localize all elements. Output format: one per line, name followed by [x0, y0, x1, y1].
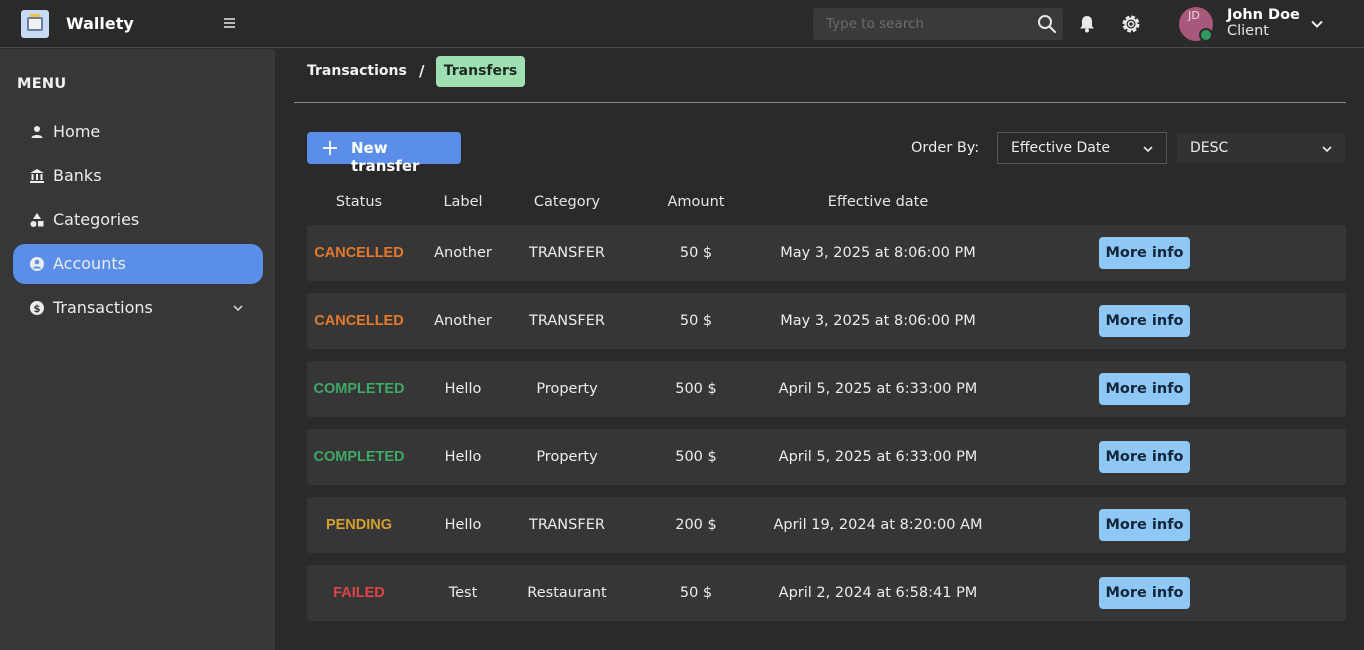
plus-icon: [323, 141, 337, 155]
table-row: FAILED Test Restaurant 50 $ April 2, 202…: [307, 565, 1346, 621]
app-title: Wallety: [66, 14, 134, 33]
breadcrumb-current: Transfers: [436, 56, 525, 87]
row-category: Restaurant: [527, 585, 607, 601]
new-transfer-label: New transfer: [351, 139, 420, 175]
sidebar-item-label: Categories: [53, 210, 140, 229]
row-category: TRANSFER: [529, 517, 605, 533]
row-label: Another: [434, 245, 492, 261]
more-info-button[interactable]: More info: [1099, 509, 1190, 541]
sidebar-item-label: Transactions: [53, 298, 153, 317]
avatar-initials: JD: [1188, 9, 1200, 22]
row-amount: 500 $: [675, 449, 717, 465]
more-info-button[interactable]: More info: [1099, 577, 1190, 609]
sidebar-item-label: Accounts: [53, 254, 126, 273]
column-header-category: Category: [533, 194, 601, 210]
sidebar-item-banks[interactable]: Banks: [13, 156, 263, 196]
gear-icon[interactable]: [1120, 13, 1142, 35]
bell-icon[interactable]: [1077, 14, 1097, 34]
row-effective-date: May 3, 2025 at 8:06:00 PM: [780, 245, 976, 261]
user-role: Client: [1227, 23, 1269, 39]
avatar[interactable]: JD: [1179, 7, 1213, 42]
column-header-status: Status: [335, 194, 383, 210]
search-icon[interactable]: [1037, 14, 1057, 34]
user-name: John Doe: [1227, 7, 1300, 23]
sidebar-item-categories[interactable]: Categories: [13, 200, 263, 240]
order-direction-value: DESC: [1190, 140, 1229, 156]
more-info-button[interactable]: More info: [1099, 237, 1190, 269]
order-field-select[interactable]: Effective Date: [997, 132, 1167, 164]
breadcrumb-transactions-link[interactable]: Transactions: [307, 63, 407, 79]
status-pending: PENDING: [325, 517, 393, 533]
row-category: Property: [536, 449, 598, 465]
order-by-label: Order By:: [911, 140, 980, 156]
menu-header: MENU: [17, 76, 67, 92]
column-header-effective-date: Effective date: [827, 194, 929, 210]
row-label: Hello: [444, 381, 482, 397]
divider: [294, 102, 1346, 103]
row-label: Another: [434, 313, 492, 329]
status-cancelled: CANCELLED: [314, 245, 404, 261]
shapes-icon: [30, 213, 44, 227]
row-amount: 200 $: [675, 517, 717, 533]
sidebar-item-label: Home: [53, 122, 101, 141]
more-info-button[interactable]: More info: [1099, 373, 1190, 405]
bank-icon: [30, 169, 44, 183]
row-effective-date: April 2, 2024 at 6:58:41 PM: [778, 585, 978, 601]
search-input[interactable]: [813, 8, 1028, 40]
account-circle-icon: [30, 257, 44, 271]
status-failed: FAILED: [333, 585, 385, 601]
order-direction-select[interactable]: DESC: [1176, 132, 1346, 164]
row-label: Test: [448, 585, 478, 601]
dollar-circle-icon: $: [30, 301, 44, 315]
more-info-button[interactable]: More info: [1099, 441, 1190, 473]
sidebar-item-home[interactable]: Home: [13, 112, 263, 152]
chevron-down-icon[interactable]: [231, 301, 245, 315]
row-effective-date: April 5, 2025 at 6:33:00 PM: [778, 381, 978, 397]
row-effective-date: May 3, 2025 at 8:06:00 PM: [780, 313, 976, 329]
table-row: COMPLETED Hello Property 500 $ April 5, …: [307, 361, 1346, 417]
table-row: COMPLETED Hello Property 500 $ April 5, …: [307, 429, 1346, 485]
status-cancelled: CANCELLED: [314, 313, 404, 329]
chevron-down-icon[interactable]: [1309, 16, 1325, 32]
row-category: Property: [536, 381, 598, 397]
table-row: CANCELLED Another TRANSFER 50 $ May 3, 2…: [307, 225, 1346, 281]
row-amount: 50 $: [679, 245, 713, 261]
chevron-down-icon: [1143, 146, 1153, 153]
row-amount: 500 $: [675, 381, 717, 397]
row-category: TRANSFER: [529, 313, 605, 329]
person-icon: [31, 126, 43, 138]
wallet-logo-icon: [21, 10, 49, 38]
search-box: [813, 8, 1063, 40]
chevron-down-icon: [1322, 146, 1332, 153]
status-completed: COMPLETED: [313, 449, 405, 465]
order-field-value: Effective Date: [1011, 140, 1110, 156]
row-label: Hello: [444, 449, 482, 465]
column-header-amount: Amount: [667, 194, 725, 210]
online-status-dot: [1199, 28, 1213, 42]
table-row: CANCELLED Another TRANSFER 50 $ May 3, 2…: [307, 293, 1346, 349]
column-header-label: Label: [443, 194, 483, 210]
table-row: PENDING Hello TRANSFER 200 $ April 19, 2…: [307, 497, 1346, 553]
top-bar: Wallety JD John Doe Client: [0, 0, 1364, 48]
row-category: TRANSFER: [529, 245, 605, 261]
new-transfer-button[interactable]: New transfer: [307, 132, 461, 175]
sidebar-item-accounts[interactable]: Accounts: [13, 244, 263, 284]
more-info-button[interactable]: More info: [1099, 305, 1190, 337]
row-label: Hello: [444, 517, 482, 533]
row-effective-date: April 19, 2024 at 8:20:00 AM: [773, 517, 983, 533]
svg-text:$: $: [34, 304, 41, 315]
sidebar: MENU Home Banks Categories Accounts $ Tr…: [0, 49, 275, 650]
row-effective-date: April 5, 2025 at 6:33:00 PM: [778, 449, 978, 465]
sidebar-item-label: Banks: [53, 166, 102, 185]
sidebar-item-transactions[interactable]: $ Transactions: [13, 288, 263, 328]
breadcrumb-separator: /: [419, 62, 425, 80]
status-completed: COMPLETED: [313, 381, 405, 397]
row-amount: 50 $: [679, 585, 713, 601]
row-amount: 50 $: [679, 313, 713, 329]
menu-toggle-icon[interactable]: [222, 16, 238, 32]
